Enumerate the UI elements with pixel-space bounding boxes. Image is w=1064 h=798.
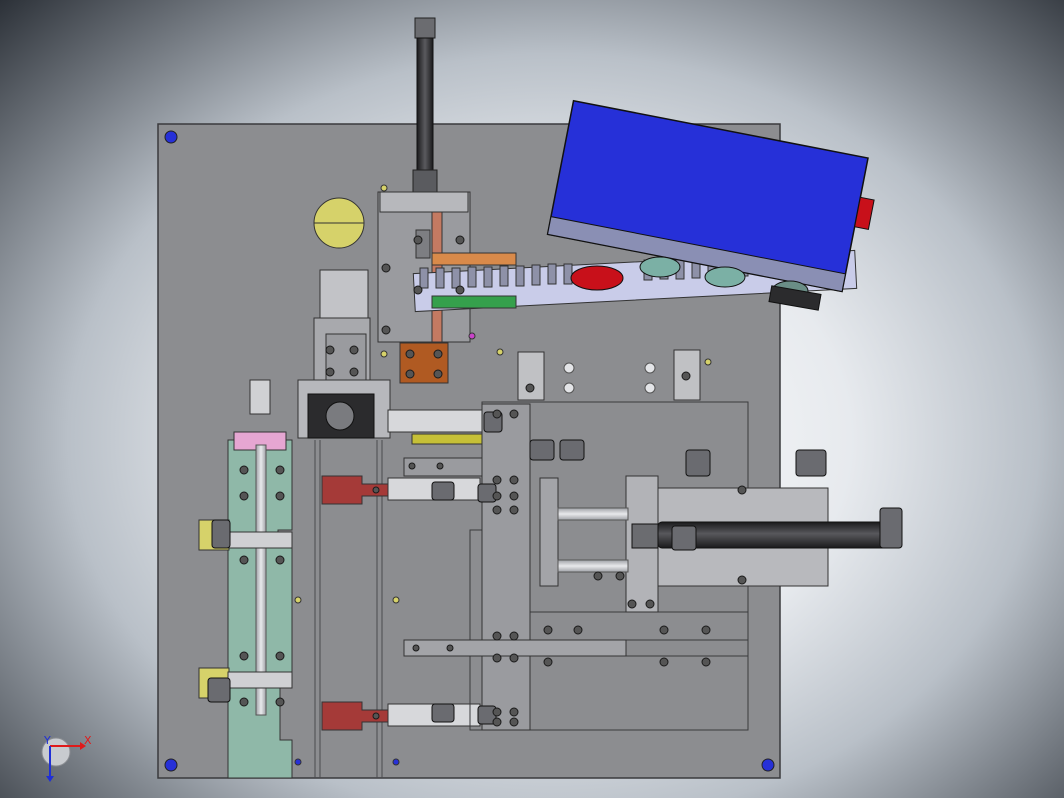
cad-viewport[interactable]: X Y xyxy=(0,0,1064,798)
triad-y-label: Y xyxy=(43,734,51,747)
yellow-disc xyxy=(313,197,365,249)
red-clamp-lower xyxy=(321,701,481,731)
y-axis-arrowhead xyxy=(46,776,54,782)
triad-x-label: X xyxy=(84,734,92,747)
upper-mount-block xyxy=(377,191,471,343)
red-clamp-upper xyxy=(321,475,481,505)
cad-drawing[interactable]: X Y xyxy=(0,0,1064,798)
top-cylinder xyxy=(412,17,438,193)
orange-bar xyxy=(431,252,517,266)
green-bar xyxy=(431,295,517,309)
clamp-block xyxy=(297,379,391,439)
left-small-cylinder xyxy=(313,269,371,381)
coordinate-triad: X Y xyxy=(41,734,92,782)
